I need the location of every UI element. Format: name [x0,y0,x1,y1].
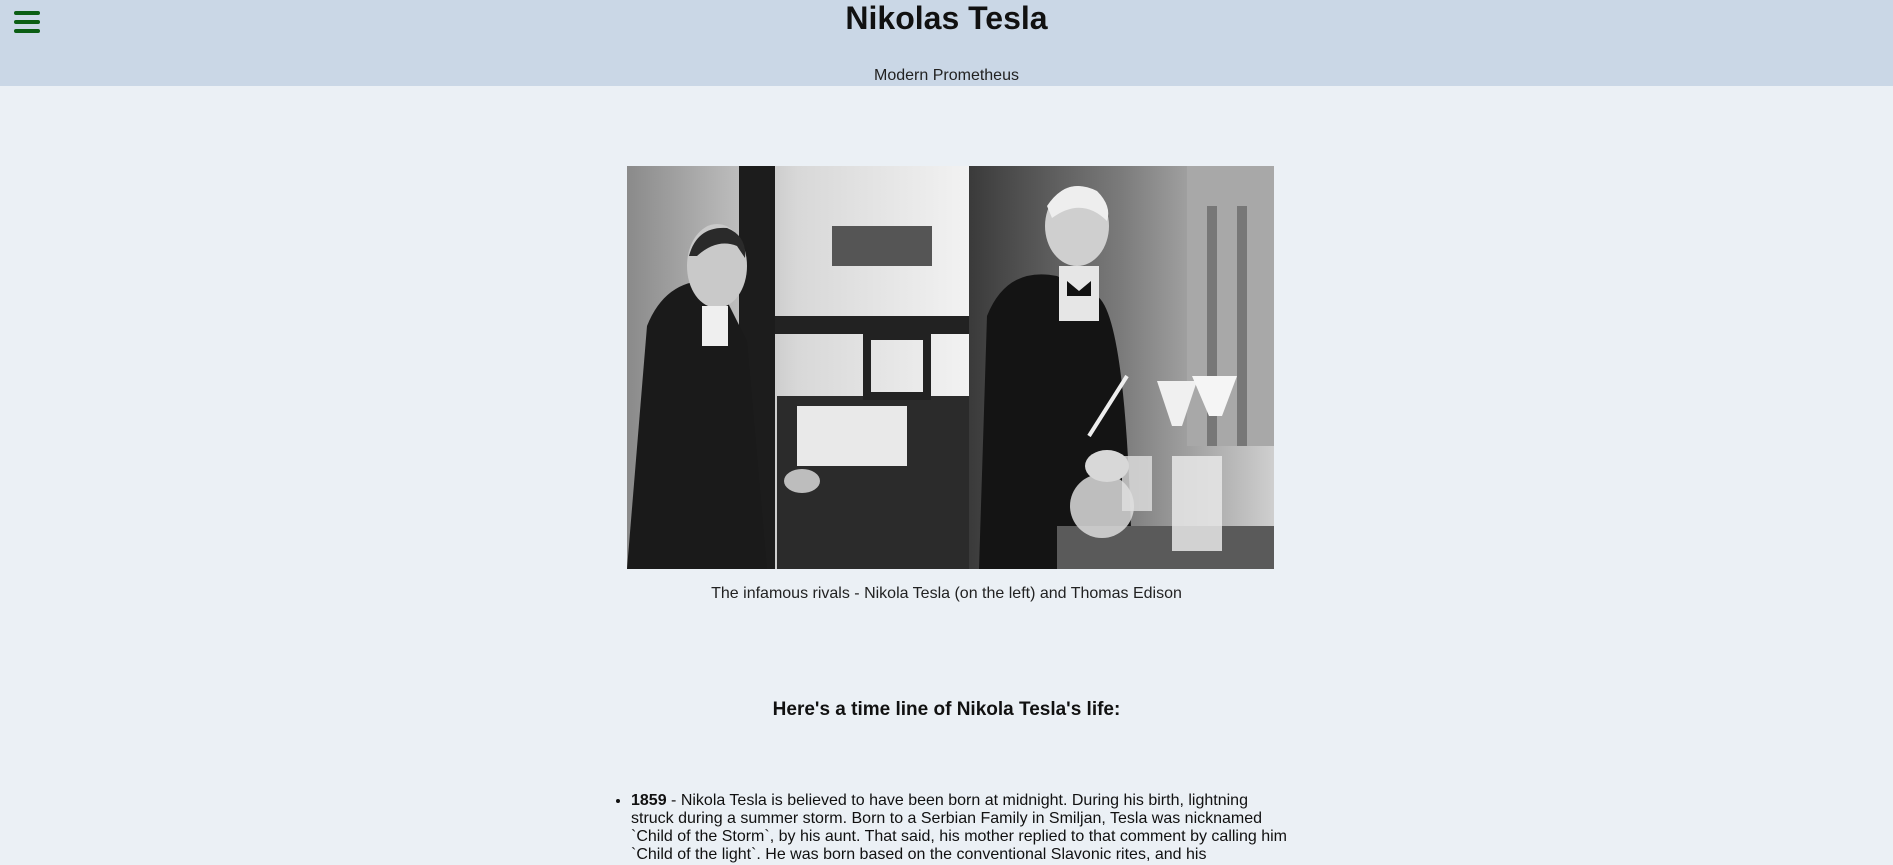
page-title: Nikolas Tesla [845,0,1048,36]
page-header: Nikolas Tesla Modern Prometheus [0,0,1893,86]
timeline-text: - Nikola Tesla is believed to have been … [631,792,1287,863]
list-item: 1859 - Nikola Tesla is believed to have … [631,792,1291,864]
timeline-year: 1859 [631,792,667,809]
photo-caption: The infamous rivals - Nikola Tesla (on t… [711,585,1182,602]
tesla-edison-photo [627,166,1274,569]
page-subtitle: Modern Prometheus [874,67,1019,84]
timeline-list: 1859 - Nikola Tesla is believed to have … [613,792,1291,864]
timeline-heading: Here's a time line of Nikola Tesla's lif… [772,699,1121,720]
